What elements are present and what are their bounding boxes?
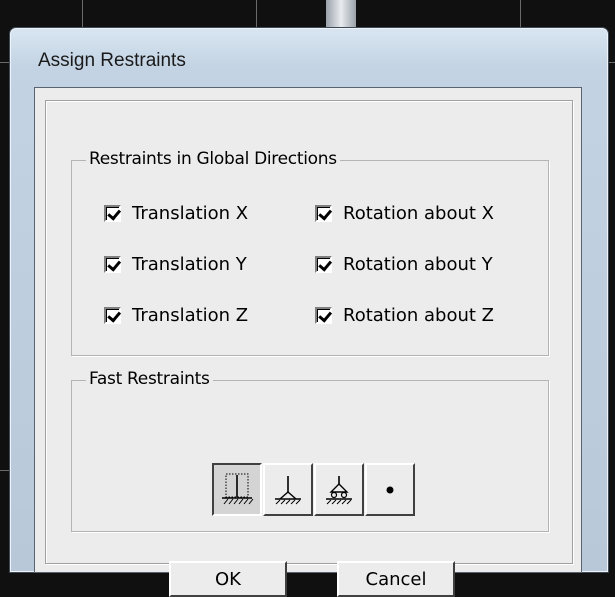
background-gridline <box>0 470 9 471</box>
checkmark-icon <box>315 256 332 273</box>
translation-y-label: Translation Y <box>132 254 247 275</box>
background-gridline <box>609 62 615 63</box>
free-node-icon <box>386 486 394 493</box>
rotation-x-checkbox[interactable]: Rotation about X <box>315 203 494 224</box>
translation-x-label: Translation X <box>132 203 249 224</box>
translation-z-label: Translation Z <box>132 305 249 326</box>
free-restraint-button[interactable] <box>365 463 415 516</box>
pinned-restraint-button[interactable] <box>263 463 313 516</box>
fixed-restraint-button[interactable] <box>212 463 262 516</box>
checkmark-icon <box>315 307 332 324</box>
checkmark-icon <box>104 307 121 324</box>
rotation-x-label: Rotation about X <box>343 203 494 224</box>
cancel-button[interactable]: Cancel <box>337 561 455 597</box>
background-gridline <box>520 0 521 27</box>
dialog-client-area: Restraints in Global Directions Translat… <box>34 87 582 597</box>
rotation-z-checkbox[interactable]: Rotation about Z <box>315 305 494 326</box>
pinned-support-icon <box>275 475 301 504</box>
rotation-y-checkbox[interactable]: Rotation about Y <box>315 254 493 275</box>
rotation-y-label: Rotation about Y <box>343 254 493 275</box>
checkmark-icon <box>104 205 121 222</box>
roller-restraint-button[interactable] <box>314 463 364 516</box>
assign-restraints-dialog: Assign Restraints Restraints in Global D… <box>9 27 609 597</box>
rotation-z-label: Rotation about Z <box>343 305 494 326</box>
checkmark-icon <box>104 256 121 273</box>
translation-x-checkbox[interactable]: Translation X <box>104 203 248 224</box>
roller-support-icon <box>326 475 352 504</box>
background-gridline <box>256 0 257 27</box>
background-frame-member <box>326 0 356 27</box>
translation-y-checkbox[interactable]: Translation Y <box>104 254 247 275</box>
global-directions-legend: Restraints in Global Directions <box>86 149 340 169</box>
background-gridline <box>0 62 9 63</box>
checkmark-icon <box>315 205 332 222</box>
background-gridline <box>82 0 83 27</box>
ok-button[interactable]: OK <box>169 561 287 597</box>
translation-z-checkbox[interactable]: Translation Z <box>104 305 248 326</box>
fast-restraints-legend: Fast Restraints <box>86 369 213 389</box>
fixed-support-icon <box>222 473 254 504</box>
dialog-title: Assign Restraints <box>38 50 186 71</box>
global-directions-group: Restraints in Global Directions Translat… <box>71 149 549 356</box>
